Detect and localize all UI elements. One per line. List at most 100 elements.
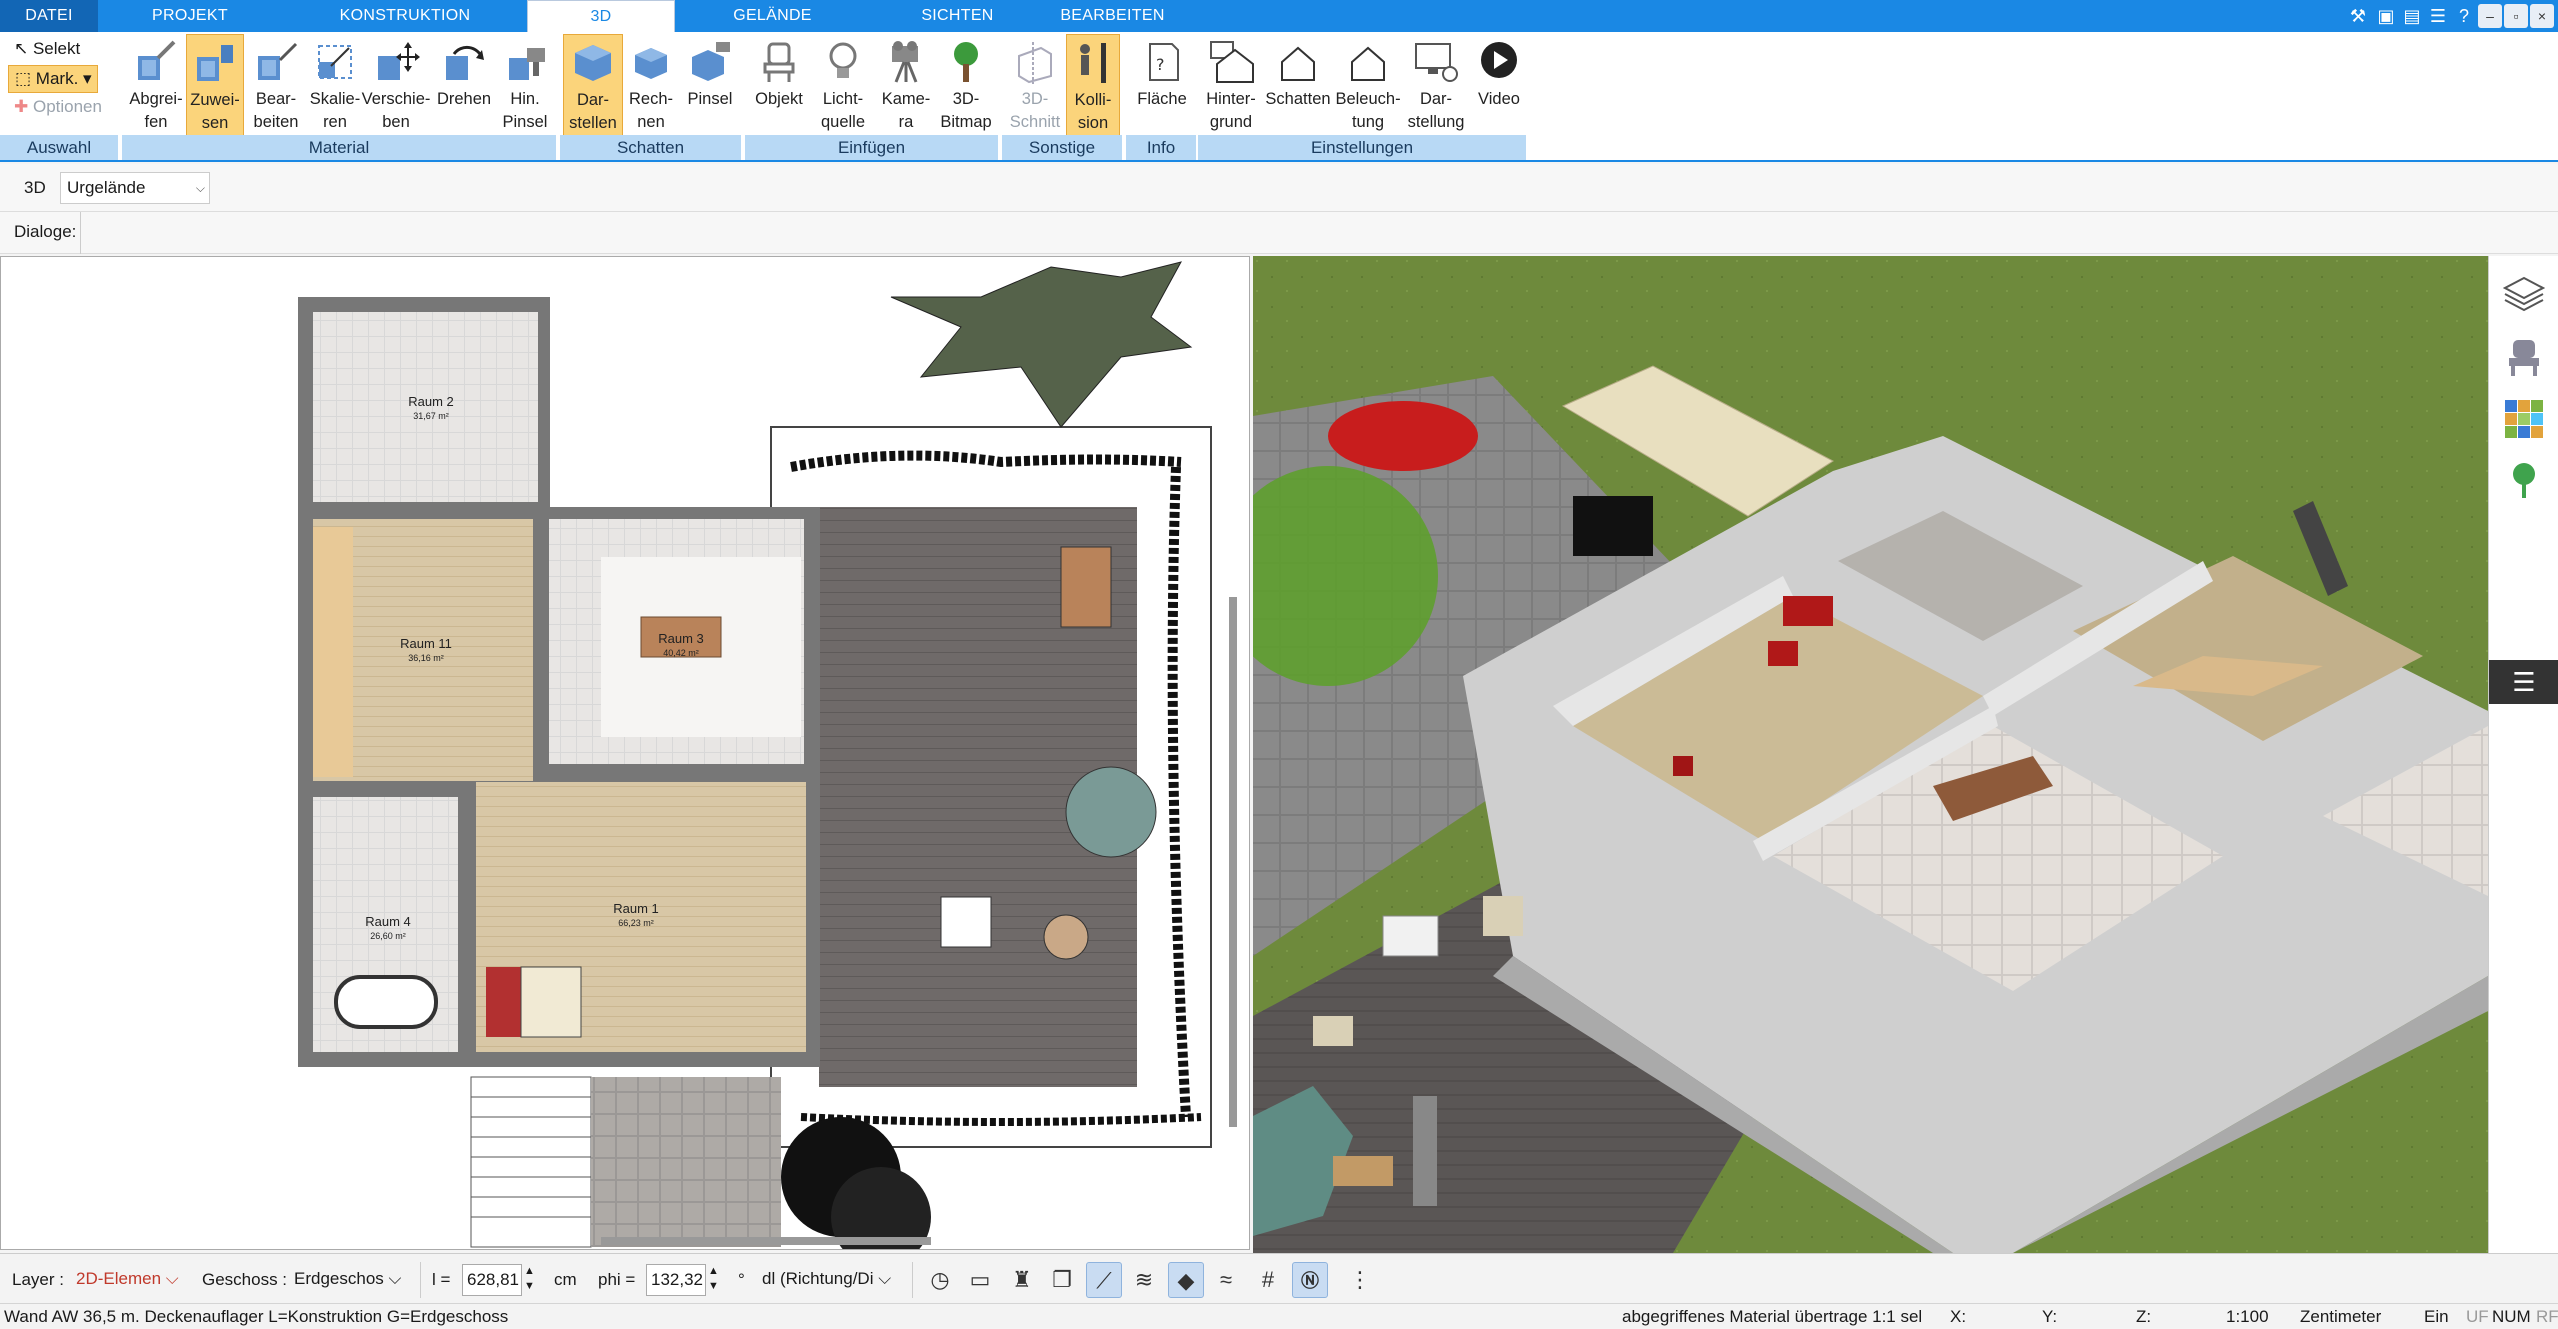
status-bar: Wand AW 36,5 m. Deckenauflager L=Konstru… <box>0 1303 2558 1328</box>
shadow-cube-icon <box>575 45 611 81</box>
show-shadow-button[interactable]: Dar- stellen <box>563 34 623 137</box>
tree-icon <box>954 42 978 82</box>
mark-button[interactable]: ⬚ Mark. ▾ <box>8 65 98 93</box>
layer-select[interactable]: 2D-Elemen ⌵ <box>72 1264 184 1296</box>
north-icon[interactable]: Ⓝ <box>1292 1262 1328 1298</box>
close-button[interactable]: × <box>2530 4 2554 28</box>
lighting-button[interactable]: Beleuch- tung <box>1334 34 1402 137</box>
background-button[interactable]: Hinter- grund <box>1198 34 1264 137</box>
paint-cube-icon <box>197 45 233 81</box>
camera-button[interactable]: Kame- ra <box>876 34 936 137</box>
copy-tool-icon[interactable]: ❐ <box>1044 1262 1080 1298</box>
wave-tool-icon[interactable]: ≈ <box>1208 1262 1244 1298</box>
monitor-tool-icon[interactable]: ▭ <box>962 1262 998 1298</box>
phi-input[interactable]: 132,32 <box>646 1264 706 1296</box>
scale-icon <box>318 45 352 79</box>
edit-material-button[interactable]: Bear- beiten <box>245 34 307 137</box>
section-3d-button[interactable]: 3D- Schnitt <box>1005 34 1065 137</box>
calc-shadow-button[interactable]: Rech- nen <box>625 34 677 137</box>
area-icon: ? <box>1149 43 1179 81</box>
direction-select[interactable]: dl (Richtung/Di ⌵ <box>758 1264 906 1296</box>
menu-icon[interactable]: ☰ <box>2489 660 2558 704</box>
area-button[interactable]: ? Fläche <box>1130 34 1194 137</box>
edit-cube-icon <box>258 42 298 80</box>
tab-datei[interactable]: DATEI <box>0 0 98 32</box>
collision-button[interactable]: Kolli- sion <box>1066 34 1120 137</box>
collision-icon <box>1080 43 1106 83</box>
object-tool-icon[interactable]: ♜ <box>1004 1262 1040 1298</box>
more-icon[interactable]: ⋮ <box>1342 1262 1378 1298</box>
shadow-settings-button[interactable]: Schatten <box>1262 34 1334 137</box>
shadow-brush-button[interactable]: Pinsel <box>681 34 739 137</box>
pick-material-button[interactable]: Abgrei- fen <box>124 34 188 137</box>
divider <box>912 1262 913 1298</box>
z-coordinate: Z: <box>2136 1307 2152 1326</box>
eyedropper-icon <box>138 40 176 80</box>
display-button[interactable]: Dar- stellung <box>1404 34 1468 137</box>
phi-spinner[interactable]: ▲ ▼ <box>708 1264 719 1294</box>
settings-icon[interactable]: ☰ <box>2426 4 2450 28</box>
room-label-raum-4: Raum 4 26,60 m² <box>365 914 411 942</box>
terrain-select[interactable]: Urgelände ⌵ <box>60 172 210 204</box>
clock-icon[interactable]: ◷ <box>922 1262 958 1298</box>
tab-konstruktion[interactable]: KONSTRUKTION <box>320 0 490 32</box>
tools-icon[interactable]: ⚒ <box>2346 4 2370 28</box>
restore-button[interactable]: ▫ <box>2504 4 2528 28</box>
line-tool-icon[interactable]: ⟋ <box>1086 1262 1122 1298</box>
length-input[interactable]: 628,81 <box>462 1264 522 1296</box>
floor-plan-view[interactable]: Raum 2 31,67 m² Raum 11 36,16 m² Raum 3 40,… <box>0 256 1250 1250</box>
options-button[interactable]: ✚ Optionen <box>8 94 102 120</box>
tab-sichten[interactable]: SICHTEN <box>890 0 1025 32</box>
group-auswahl: Auswahl <box>0 135 120 160</box>
menu-tab-bar: DATEI PROJEKT KONSTRUKTION 3D GELÄNDE SI… <box>0 0 2558 34</box>
scale-material-button[interactable]: Skalie- ren <box>304 34 366 137</box>
print-icon[interactable]: ▤ <box>2400 4 2424 28</box>
minimize-button[interactable]: – <box>2478 4 2502 28</box>
scale-indicator: 1:100 <box>2226 1307 2269 1326</box>
chair-icon <box>763 42 795 82</box>
chevron-down-icon: ⌵ <box>195 181 205 195</box>
mark-icon: ⬚ <box>15 69 36 88</box>
video-button[interactable]: Video <box>1468 34 1530 137</box>
plane-tool-icon[interactable]: ◆ <box>1168 1262 1204 1298</box>
play-icon <box>1481 42 1517 78</box>
3d-view[interactable] <box>1253 256 2488 1253</box>
camera-icon <box>892 41 918 83</box>
shadow-house-icon <box>1281 46 1315 81</box>
shadow-brush-icon <box>692 42 730 81</box>
materials-icon[interactable] <box>2503 398 2545 440</box>
uf-indicator: UF <box>2466 1307 2489 1326</box>
object-button[interactable]: Objekt <box>748 34 810 137</box>
hatch-tool-icon[interactable]: ≋ <box>1126 1262 1162 1298</box>
select-button[interactable]: ↖ Selekt <box>8 36 80 62</box>
divider <box>80 212 81 254</box>
assign-material-button[interactable]: Zuwei- sen <box>186 34 244 137</box>
plus-icon: ✚ <box>14 97 33 116</box>
num-indicator: NUM <box>2492 1307 2531 1326</box>
grid-icon[interactable]: # <box>1250 1262 1286 1298</box>
phi-unit: ° <box>738 1270 745 1289</box>
light-source-button[interactable]: Licht- quelle <box>812 34 874 137</box>
save-icon[interactable]: ▣ <box>2374 4 2398 28</box>
help-icon[interactable]: ? <box>2452 4 2476 28</box>
move-material-button[interactable]: Verschie- ben <box>360 34 432 137</box>
room-label-raum-11: Raum 11 36,16 m² <box>400 636 452 664</box>
tab-bearbeiten[interactable]: BEARBEITEN <box>1040 0 1185 32</box>
tab-3d[interactable]: 3D <box>527 0 675 34</box>
group-schatten: Schatten <box>560 135 743 160</box>
bitmap-3d-button[interactable]: 3D- Bitmap <box>936 34 996 137</box>
tab-gelaende[interactable]: GELÄNDE <box>705 0 840 32</box>
y-coordinate: Y: <box>2042 1307 2058 1326</box>
rotate-material-button[interactable]: Drehen <box>432 34 496 137</box>
rotate-icon <box>446 45 484 80</box>
background-brush-button[interactable]: Hin. Pinsel <box>496 34 554 137</box>
view-selector-bar: 3D Urgelände ⌵ <box>0 164 2558 212</box>
svg-text:?: ? <box>1156 55 1165 74</box>
length-spinner[interactable]: ▲ ▼ <box>524 1264 535 1294</box>
floor-select[interactable]: Erdgeschos ⌵ <box>290 1264 406 1296</box>
plants-icon[interactable] <box>2503 460 2545 502</box>
furniture-icon[interactable] <box>2503 336 2545 378</box>
layers-icon[interactable] <box>2502 274 2546 316</box>
ribbon: ↖ Selekt ⬚ Mark. ▾ ✚ Optionen Auswahl Ab… <box>0 32 2558 162</box>
tab-projekt[interactable]: PROJEKT <box>125 0 255 32</box>
